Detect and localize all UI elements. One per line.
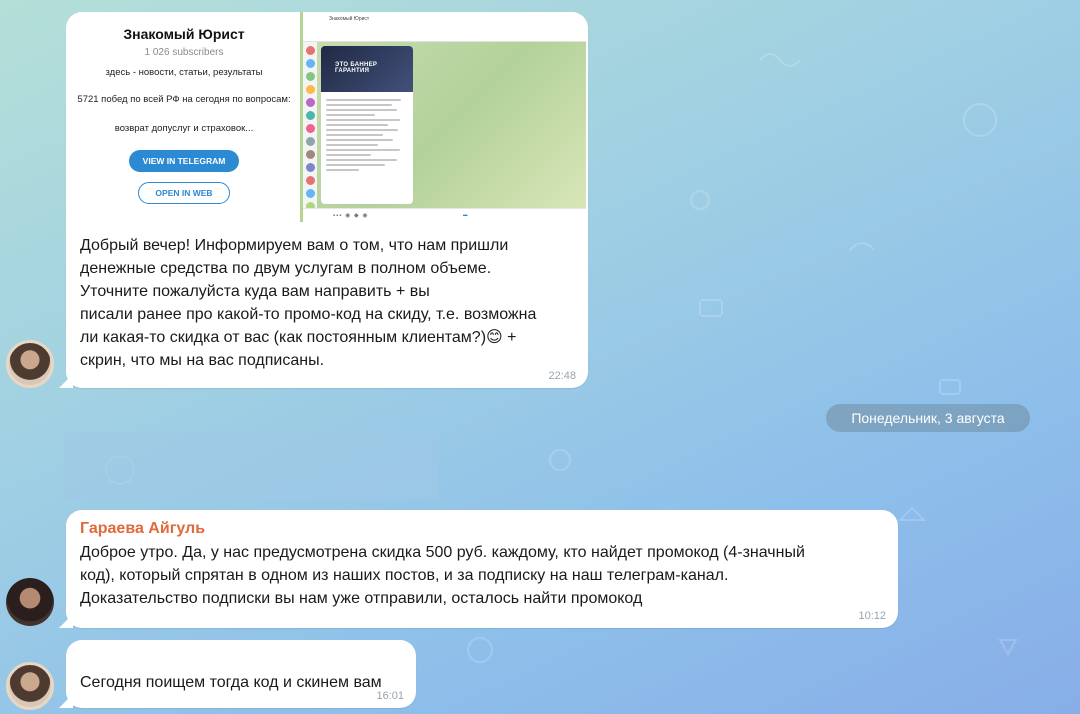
channel-preview-card: Знакомый Юрист 1 026 subscribers здесь -… <box>68 12 300 222</box>
channel-description-line: возврат допуслуг и страховок... <box>114 123 254 134</box>
message-bubble[interactable]: Знакомый Юрист 1 026 subscribers здесь -… <box>59 12 588 388</box>
user-avatar[interactable] <box>6 662 54 710</box>
channel-description-line: здесь - новости, статьи, результаты <box>105 67 263 78</box>
mini-post-image: ЭТО БАННЕР ГАРАНТИЯ <box>321 46 413 92</box>
mini-taskbar-icons: ▪▪▪ ◉ ◆ ◉ <box>333 213 369 219</box>
bubble-tail <box>59 614 73 628</box>
bubble-tail <box>59 374 73 388</box>
mini-chat-list <box>303 42 317 211</box>
message-bubble[interactable]: Сегодня поищем тогда код и скинем вам 16… <box>59 640 416 708</box>
sender-name[interactable]: Гараева Айгуль <box>80 520 205 538</box>
user-avatar[interactable] <box>6 340 54 388</box>
message-time: 22:48 <box>548 370 576 382</box>
mini-channel-post: ЭТО БАННЕР ГАРАНТИЯ <box>321 46 413 204</box>
message-time: 16:01 <box>376 690 404 702</box>
attached-screenshot[interactable]: Знакомый Юрист 1 026 subscribers здесь -… <box>68 12 586 222</box>
channel-subscribers: 1 026 subscribers <box>144 47 224 58</box>
view-in-telegram-button: VIEW IN TELEGRAM <box>128 150 240 172</box>
message-bubble[interactable]: Гараева Айгуль Доброе утро. Да, у нас пр… <box>59 510 898 628</box>
sender-avatar[interactable] <box>6 578 54 626</box>
mini-mute-button: ▬ <box>463 212 468 217</box>
mini-channel-title: Знакомый Юрист <box>329 16 370 22</box>
message-time: 10:12 <box>858 610 886 622</box>
mini-post-banner: ЭТО БАННЕР ГАРАНТИЯ <box>335 62 378 74</box>
message-text: Сегодня поищем тогда код и скинем вам <box>80 674 382 691</box>
mini-topbar: Знакомый Юрист <box>303 12 586 42</box>
channel-title: Знакомый Юрист <box>123 26 245 42</box>
blurred-area <box>64 432 438 500</box>
message-text: Добрый вечер! Информируем вам о том, что… <box>80 237 537 369</box>
channel-description-line: 5721 побед по всей РФ на сегодня по вопр… <box>77 94 291 105</box>
mini-post-text <box>321 92 413 175</box>
bubble-tail <box>59 694 73 708</box>
telegram-desktop-preview: Знакомый Юрист ЭТО БАННЕР ГАРАНТИЯ ▪▪▪ ◉… <box>300 12 586 222</box>
open-in-web-button: OPEN IN WEB <box>138 182 230 204</box>
mini-bottom-bar: ▪▪▪ ◉ ◆ ◉ ▬ <box>303 208 586 222</box>
message-text: Доброе утро. Да, у нас предусмотрена ски… <box>80 544 805 607</box>
date-separator: Понедельник, 3 августа <box>826 404 1030 432</box>
